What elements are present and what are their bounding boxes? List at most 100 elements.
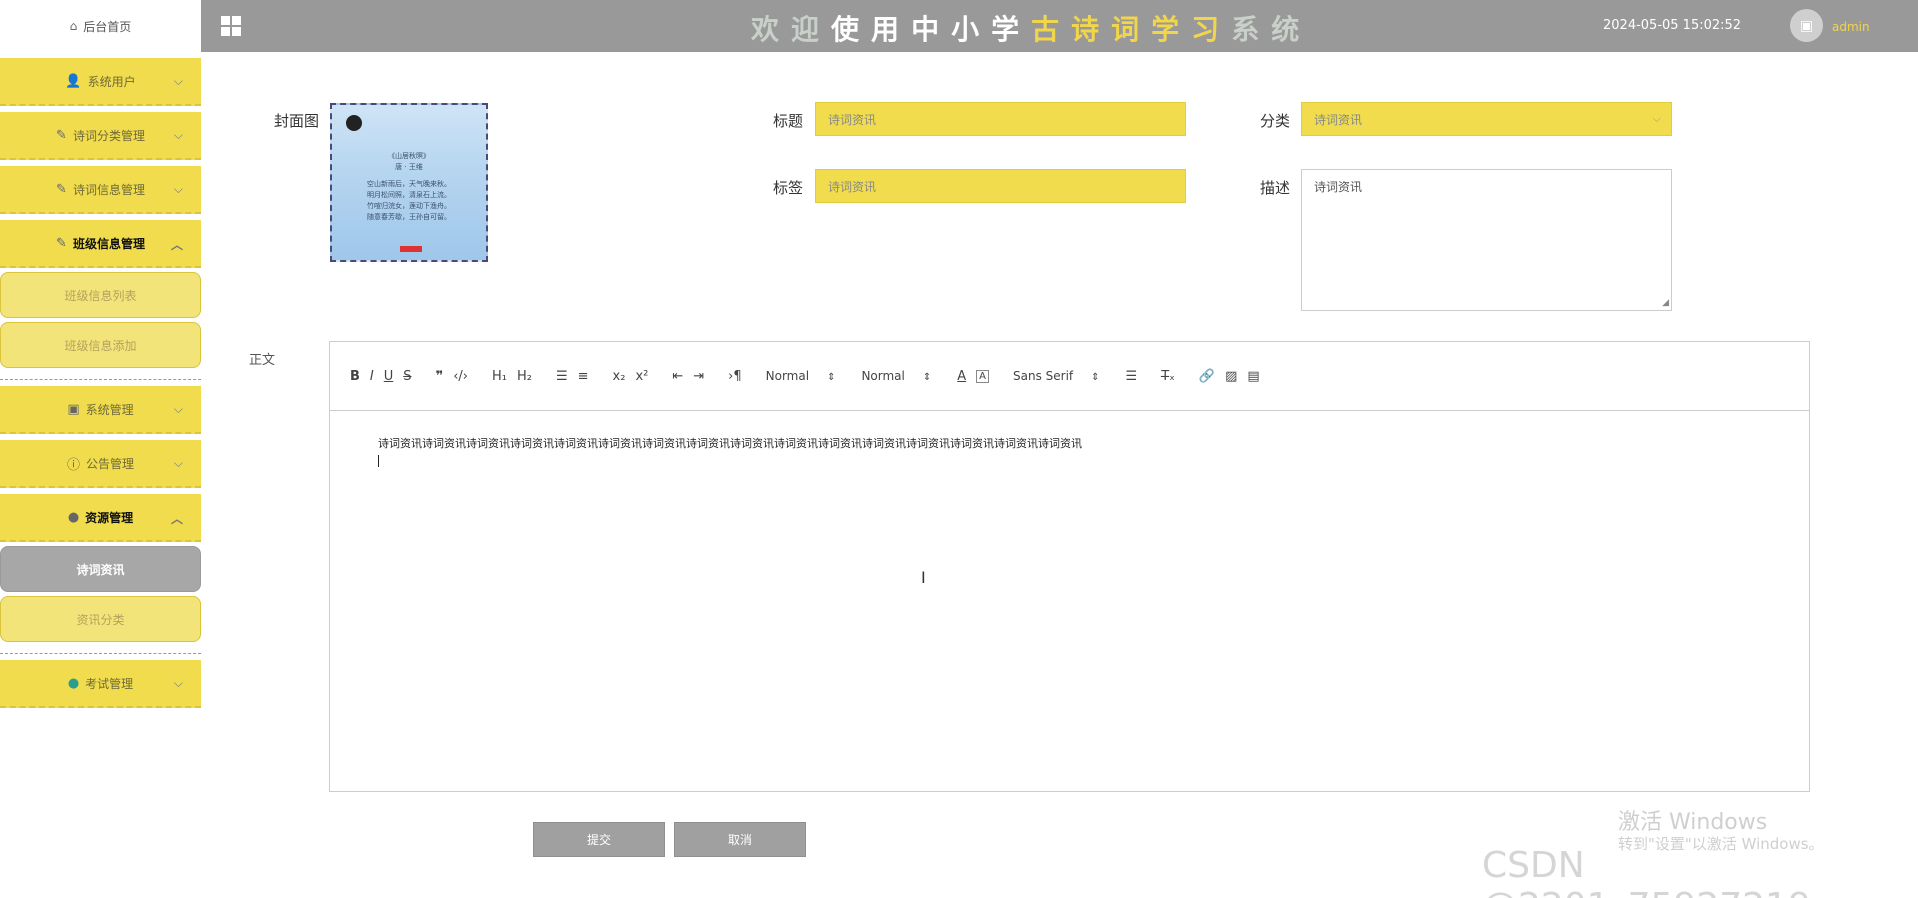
cover-seal <box>400 246 422 252</box>
subscript-icon[interactable]: x₂ <box>613 369 626 384</box>
tag-input[interactable]: 诗词资讯 <box>815 169 1186 203</box>
bold-icon[interactable]: B <box>350 369 360 384</box>
size-select-value: Normal <box>861 369 905 383</box>
cover-poem-line: 明月松间照，清泉石上流。 <box>367 191 451 199</box>
site-title: 欢迎使用中小学古诗词学习系统 <box>751 8 1311 48</box>
category-select[interactable]: 诗词资讯 ⌵ <box>1301 102 1672 136</box>
blockquote-icon[interactable]: ❞ <box>436 369 444 384</box>
code-block-icon[interactable]: ‹/› <box>453 369 468 384</box>
outdent-icon[interactable]: ⇤ <box>672 369 683 384</box>
italic-icon[interactable]: I <box>370 369 374 384</box>
image-icon: ▣ <box>67 401 80 417</box>
sidebar-item-label: 公告管理 <box>86 456 135 471</box>
chevron-down-icon: ⌵ <box>173 128 183 142</box>
sidebar-item-class-info[interactable]: ✎ 班级信息管理 ︿ <box>0 220 201 268</box>
indent-icon[interactable]: ⇥ <box>693 369 704 384</box>
clear-format-icon[interactable]: T̶ₓ <box>1161 369 1175 384</box>
bulb-icon: ● <box>67 675 80 691</box>
sidebar-item-label: 诗词分类管理 <box>72 128 145 143</box>
sidebar-subitem-poem-news[interactable]: 诗词资讯 <box>0 546 201 592</box>
cover-poem-author: 唐 · 王维 <box>395 163 423 171</box>
superscript-icon[interactable]: x² <box>635 369 648 384</box>
site-title-char: 统 <box>1271 13 1312 46</box>
desc-textarea[interactable]: 诗词资讯 ◢ <box>1301 169 1672 311</box>
submit-button[interactable]: 提交 <box>533 822 665 857</box>
align-icon[interactable]: ☰ <box>1126 369 1138 384</box>
rich-text-editor: B I U S ❞ ‹/› H₁ H₂ ☰ ≡ x₂ x² ⇤ ⇥ ›¶ Nor… <box>329 341 1810 792</box>
cover-poem-text: 《山居秋暝》 唐 · 王维 空山新雨后，天气晚来秋。 明月松间照，清泉石上流。 … <box>332 151 486 223</box>
size-select[interactable]: Normal ⇕ <box>861 369 931 383</box>
header-username[interactable]: admin <box>1832 20 1870 34</box>
sidebar-item-label: 系统管理 <box>85 402 134 417</box>
font-select[interactable]: Sans Serif ⇕ <box>1013 369 1100 383</box>
edit-icon: ✎ <box>56 127 67 143</box>
chevron-up-icon: ︿ <box>170 512 183 526</box>
sidebar-subitem-class-add[interactable]: 班级信息添加 <box>0 322 201 368</box>
background-color-icon[interactable]: A <box>976 369 990 383</box>
sidebar-item-label: 班级信息管理 <box>72 236 145 251</box>
sidebar-item-label: 诗词信息管理 <box>72 182 145 197</box>
heading-2-icon[interactable]: H₂ <box>517 369 532 384</box>
header-datetime: 2024-05-05 15:02:52 <box>1603 18 1742 33</box>
sidebar-item-notice[interactable]: ⓘ 公告管理 ⌵ <box>0 440 201 488</box>
cover-poem-line: 竹喧归浣女，莲动下渔舟。 <box>367 202 451 210</box>
site-title-char: 小 <box>951 13 992 46</box>
chevron-down-icon: ⌵ <box>173 456 183 470</box>
avatar[interactable]: ▣ <box>1790 9 1823 42</box>
desc-textarea-value: 诗词资讯 <box>1314 180 1363 194</box>
strikethrough-icon[interactable]: S <box>403 369 411 384</box>
cover-poem-line: 空山新雨后，天气晚来秋。 <box>367 180 451 188</box>
header-select-value: Normal <box>765 369 810 383</box>
sidebar-home-label: 后台首页 <box>83 19 132 34</box>
editor-content[interactable]: 诗词资讯诗词资讯诗词资讯诗词资讯诗词资讯诗词资讯诗词资讯诗词资讯诗词资讯诗词资讯… <box>330 411 1809 491</box>
editor-content-text: 诗词资讯诗词资讯诗词资讯诗词资讯诗词资讯诗词资讯诗词资讯诗词资讯诗词资讯诗词资讯… <box>378 437 1082 450</box>
sidebar-item-system[interactable]: ▣ 系统管理 ⌵ <box>0 386 201 434</box>
cover-image-upload[interactable]: 《山居秋暝》 唐 · 王维 空山新雨后，天气晚来秋。 明月松间照，清泉石上流。 … <box>330 103 488 262</box>
category-select-value: 诗词资讯 <box>1314 112 1363 127</box>
site-title-char: 使 <box>831 13 872 46</box>
sidebar-item-label: 系统用户 <box>87 74 136 89</box>
text-caret <box>378 455 379 467</box>
underline-icon[interactable]: U <box>384 369 394 384</box>
link-icon[interactable]: 🔗 <box>1199 369 1215 384</box>
chevron-down-icon: ⌵ <box>173 676 183 690</box>
sidebar-item-label: 资源管理 <box>85 510 134 525</box>
desc-label: 描述 <box>1260 179 1291 197</box>
bullet-list-icon[interactable]: ≡ <box>578 369 589 384</box>
chevron-up-icon: ︿ <box>170 238 183 252</box>
site-title-char: 习 <box>1191 13 1232 46</box>
cover-label: 封面图 <box>274 112 320 130</box>
heading-1-icon[interactable]: H₁ <box>492 369 507 384</box>
text-color-icon[interactable]: A <box>957 369 966 384</box>
body-label: 正文 <box>249 353 276 368</box>
ordered-list-icon[interactable]: ☰ <box>556 369 568 384</box>
tag-label: 标签 <box>773 179 804 197</box>
cover-poem-title: 《山居秋暝》 <box>388 152 430 160</box>
cover-figure <box>346 115 362 131</box>
resize-grip-icon[interactable]: ◢ <box>1662 298 1669 308</box>
cancel-button[interactable]: 取消 <box>674 822 806 857</box>
chevron-down-icon: ⌵ <box>173 182 183 196</box>
sidebar-subitem-news-category[interactable]: 资讯分类 <box>0 596 201 642</box>
video-icon[interactable]: ▤ <box>1247 369 1259 384</box>
site-title-char: 学 <box>1151 13 1192 46</box>
sidebar-item-poem-category[interactable]: ✎ 诗词分类管理 ⌵ <box>0 112 201 160</box>
site-title-char: 学 <box>991 13 1032 46</box>
image-icon[interactable]: ▨ <box>1225 369 1237 384</box>
site-title-char: 迎 <box>791 13 832 46</box>
title-input[interactable]: 诗词资讯 <box>815 102 1186 136</box>
text-direction-icon[interactable]: ›¶ <box>728 369 741 384</box>
sidebar-item-exam[interactable]: ● 考试管理 ⌵ <box>0 660 201 708</box>
chevron-down-icon: ⌵ <box>173 74 183 88</box>
apps-grid-icon[interactable] <box>221 16 241 36</box>
site-title-char: 用 <box>871 13 912 46</box>
site-title-char: 词 <box>1111 13 1152 46</box>
home-icon: ⌂ <box>69 19 78 33</box>
sidebar-item-poem-info[interactable]: ✎ 诗词信息管理 ⌵ <box>0 166 201 214</box>
header-select[interactable]: Normal ⇕ <box>766 369 836 383</box>
csdn-watermark: CSDN @2201_75927219 <box>1482 845 1811 898</box>
sidebar-subitem-class-list[interactable]: 班级信息列表 <box>0 272 201 318</box>
sidebar-home[interactable]: ⌂ 后台首页 <box>0 0 201 52</box>
sidebar-item-users[interactable]: 👤 系统用户 ⌵ <box>0 58 201 106</box>
sidebar-item-resource[interactable]: ● 资源管理 ︿ <box>0 494 201 542</box>
